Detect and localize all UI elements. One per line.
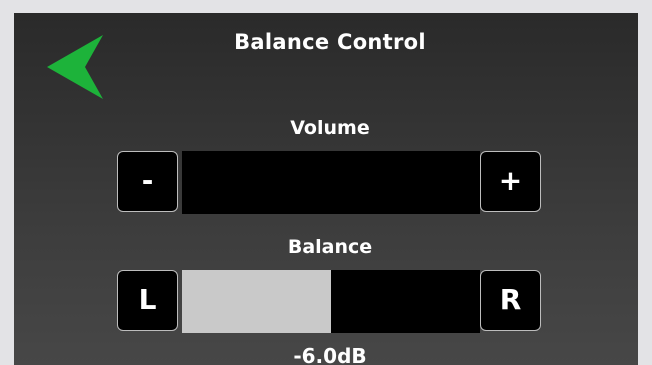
volume-increase-button[interactable]: + [480, 151, 541, 212]
balance-right-button[interactable]: R [480, 270, 541, 331]
volume-slider[interactable] [182, 151, 480, 214]
balance-slider[interactable] [182, 270, 480, 333]
page-title: Balance Control [234, 30, 426, 54]
balance-readout: -6.0dB [293, 344, 367, 365]
balance-label: Balance [287, 236, 373, 258]
volume-decrease-button[interactable]: - [117, 151, 178, 212]
volume-label: Volume [290, 117, 370, 139]
balance-level-fill [182, 270, 331, 333]
balance-control-panel: Balance Control Volume - + Balance L R -… [14, 13, 638, 365]
balance-left-button[interactable]: L [117, 270, 178, 331]
